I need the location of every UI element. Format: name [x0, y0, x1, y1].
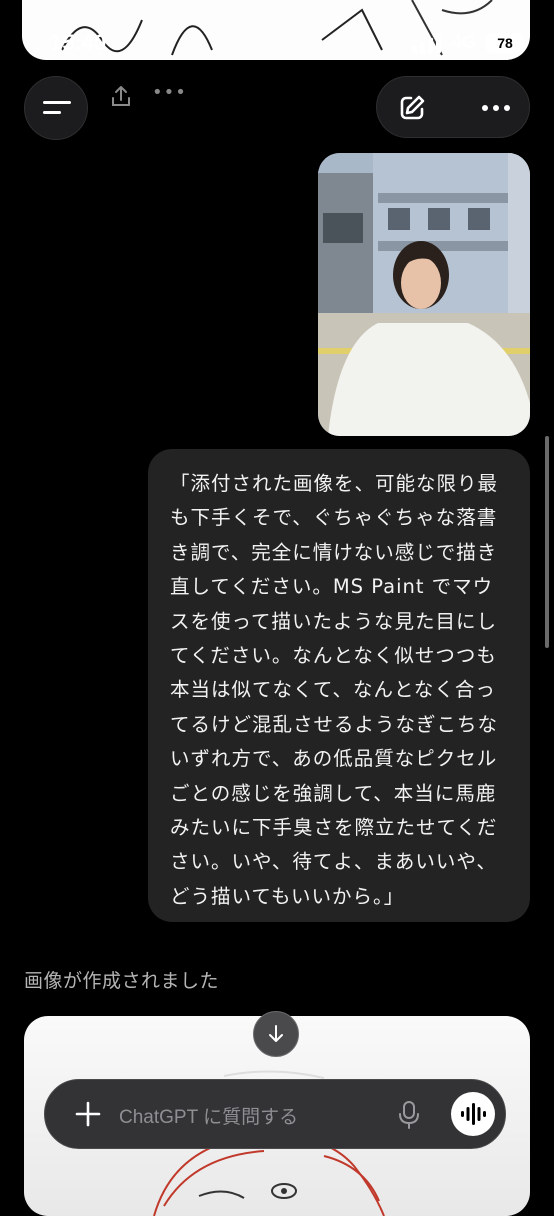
scroll-to-bottom-button[interactable]: [253, 1011, 299, 1057]
scrollbar[interactable]: [545, 436, 549, 648]
share-icon[interactable]: [108, 84, 134, 110]
sidebar-menu-icon-line: [43, 111, 61, 114]
plus-icon[interactable]: [71, 1097, 105, 1131]
voice-mode-icon: [461, 1103, 486, 1125]
image-created-label: 画像が作成されました: [24, 970, 220, 992]
battery-indicator: 78: [486, 33, 524, 53]
microphone-icon[interactable]: [397, 1100, 421, 1130]
sidebar-menu-icon: [43, 101, 71, 104]
user-message-bubble[interactable]: 「添付された画像を、可能な限り最 も下手くそで、ぐちゃぐちゃな落書 き調で、完全…: [148, 449, 530, 922]
more-options-icon[interactable]: [481, 103, 511, 113]
user-message-text: 「添付された画像を、可能な限り最 も下手くそで、ぐちゃぐちゃな落書 き調で、完全…: [170, 472, 499, 908]
new-chat-pencil-icon[interactable]: [397, 93, 427, 123]
attached-photo[interactable]: [318, 153, 530, 436]
header-actions: [376, 76, 530, 138]
status-bar: 15:40 4G 78: [0, 0, 554, 60]
status-time: 15:40: [50, 30, 107, 55]
voice-mode-button[interactable]: [451, 1092, 495, 1136]
composer-placeholder[interactable]: ChatGPT に質問する: [119, 1102, 298, 1129]
message-composer[interactable]: ChatGPT に質問する: [44, 1079, 506, 1149]
sidebar-menu-button[interactable]: [24, 76, 88, 140]
arrow-down-icon: [269, 1025, 283, 1042]
more-dots-icon[interactable]: •••: [152, 82, 187, 103]
network-type: 4G: [452, 32, 477, 52]
signal-icon: [412, 34, 441, 53]
